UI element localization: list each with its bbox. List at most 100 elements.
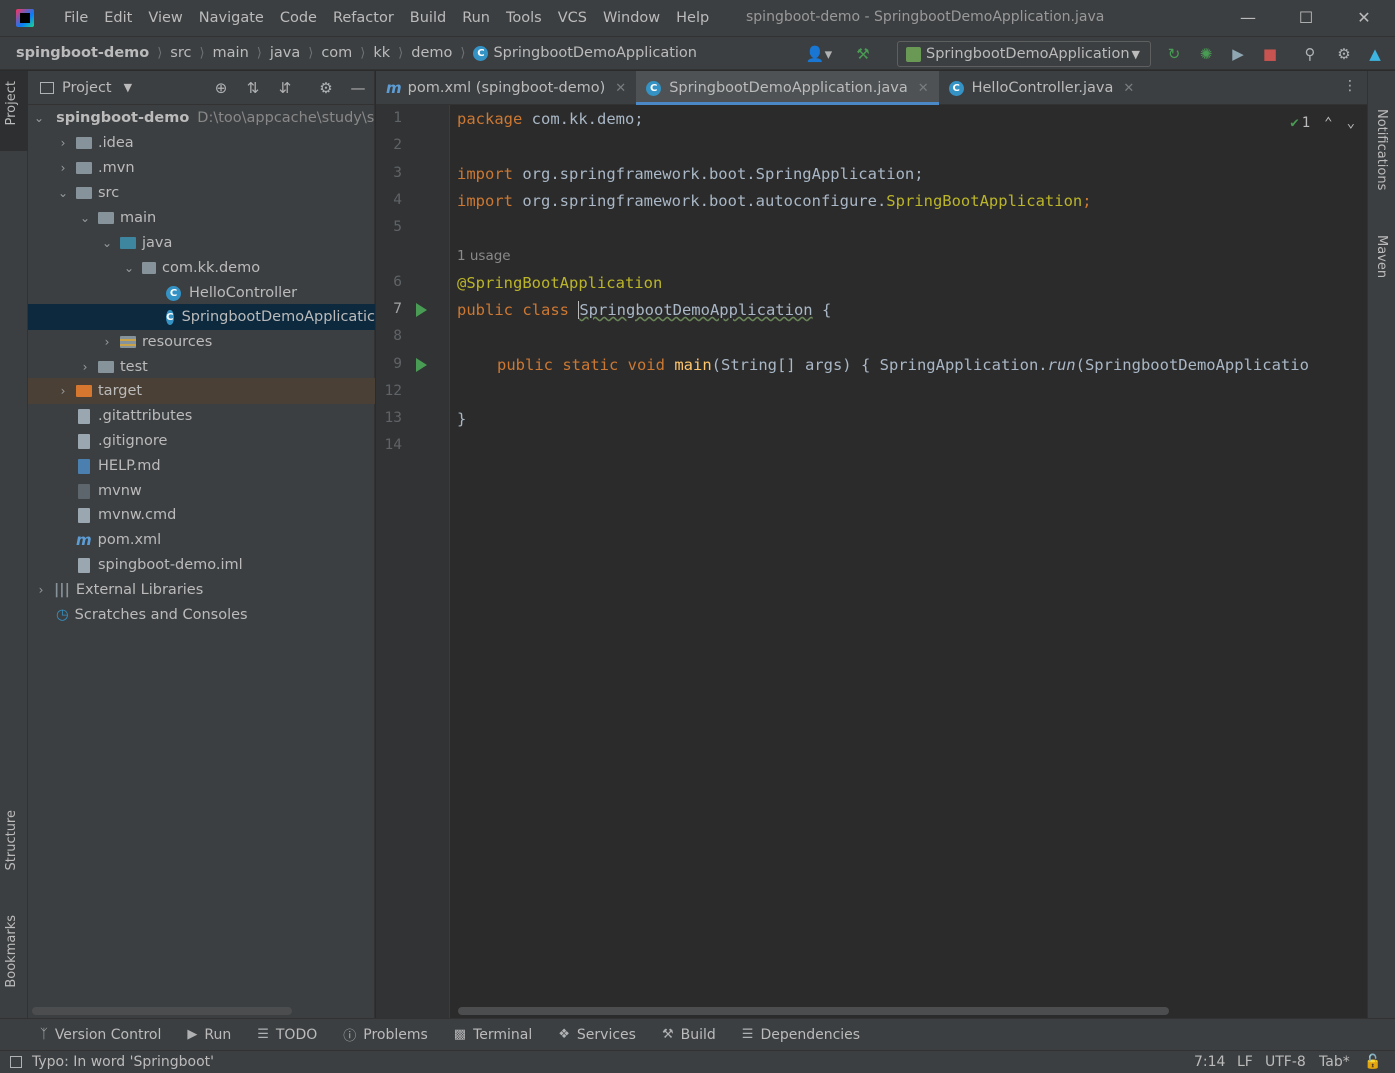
libraries-icon: ||| xyxy=(54,582,70,598)
tree-item-iml[interactable]: spingboot-demo.iml xyxy=(28,553,375,577)
line-separator[interactable]: LF xyxy=(1237,1054,1253,1070)
settings-gear-icon[interactable]: ⚙ xyxy=(1335,45,1353,63)
breadcrumb-src[interactable]: src xyxy=(170,45,195,61)
hide-panel-icon[interactable]: — xyxy=(349,79,367,97)
menu-build[interactable]: Build xyxy=(402,10,454,26)
menu-run[interactable]: Run xyxy=(454,10,498,26)
tree-item-gitignore[interactable]: .gitignore xyxy=(28,429,375,453)
close-window-icon[interactable]: ✕ xyxy=(1354,8,1374,28)
tab-hellocontroller[interactable]: C HelloController.java ✕ xyxy=(939,71,1145,105)
tree-item-package[interactable]: ⌄ com.kk.demo xyxy=(28,256,375,280)
file-encoding[interactable]: UTF-8 xyxy=(1265,1054,1306,1070)
tree-item-java[interactable]: ⌄ java xyxy=(28,231,375,255)
rerun-icon[interactable]: ↻ xyxy=(1165,45,1183,63)
menu-navigate[interactable]: Navigate xyxy=(191,10,272,26)
settings-gear-icon[interactable]: ⚙ xyxy=(317,79,335,97)
tab-pom-xml[interactable]: m pom.xml (spingboot-demo) ✕ xyxy=(376,71,636,105)
status-message[interactable]: Typo: In word 'Springboot' xyxy=(32,1054,214,1070)
tool-dependencies[interactable]: ☰ Dependencies xyxy=(742,1027,860,1043)
run-class-icon[interactable] xyxy=(416,303,427,317)
project-tool-tab[interactable]: Project xyxy=(0,71,28,151)
search-icon[interactable]: ⚲ xyxy=(1301,45,1319,63)
tree-item-scratches[interactable]: ◷ Scratches and Consoles xyxy=(28,603,375,627)
menu-file[interactable]: File xyxy=(56,10,96,26)
tool-build[interactable]: ⚒ Build xyxy=(662,1027,716,1043)
structure-tool-tab[interactable]: Structure xyxy=(0,806,28,891)
menu-help[interactable]: Help xyxy=(668,10,717,26)
project-view-title[interactable]: Project xyxy=(62,80,112,96)
maven-tool-tab[interactable]: Maven xyxy=(1368,211,1395,281)
status-panel-icon[interactable] xyxy=(10,1056,22,1068)
menu-edit[interactable]: Edit xyxy=(96,10,140,26)
breadcrumb-class[interactable]: SpringbootDemoApplication xyxy=(493,45,701,61)
coverage-icon[interactable]: ▶ xyxy=(1229,45,1247,63)
tree-item-main[interactable]: ⌄ main xyxy=(28,206,375,230)
run-configuration-select[interactable]: SpringbootDemoApplication ▼ xyxy=(897,41,1151,67)
file-icon xyxy=(78,557,90,573)
inspection-widget[interactable]: ✔ 1 ⌃ ⌄ xyxy=(1290,115,1355,131)
menu-tools[interactable]: Tools xyxy=(498,10,550,26)
caret-position[interactable]: 7:14 xyxy=(1194,1054,1225,1070)
breadcrumb-main[interactable]: main xyxy=(213,45,253,61)
menu-view[interactable]: View xyxy=(140,10,190,26)
stop-icon[interactable]: ■ xyxy=(1261,45,1279,63)
tree-item-test[interactable]: › test xyxy=(28,355,375,379)
tree-item-mvn[interactable]: › .mvn xyxy=(28,156,375,180)
chevron-down-icon: ⌄ xyxy=(101,236,113,250)
menu-vcs[interactable]: VCS xyxy=(550,10,595,26)
menu-window[interactable]: Window xyxy=(595,10,668,26)
close-icon[interactable]: ✕ xyxy=(1123,81,1134,96)
breadcrumb-com[interactable]: com xyxy=(321,45,356,61)
tree-item-hellocontroller[interactable]: C HelloController xyxy=(28,281,375,305)
expand-all-icon[interactable]: ⇅ xyxy=(244,79,262,97)
build-hammer-icon[interactable]: ⚒ xyxy=(854,45,872,63)
tree-item-target[interactable]: › target xyxy=(28,378,375,404)
code-editor[interactable]: package com.kk.demo; import org.springfr… xyxy=(451,105,1367,1018)
minimize-icon[interactable]: — xyxy=(1238,8,1258,28)
editor-scrollbar[interactable] xyxy=(458,1007,1169,1015)
breadcrumb-demo[interactable]: demo xyxy=(411,45,456,61)
bookmarks-tool-tab[interactable]: Bookmarks xyxy=(0,911,28,1011)
breadcrumb-kk[interactable]: kk xyxy=(373,45,394,61)
tree-item-idea[interactable]: › .idea xyxy=(28,131,375,155)
tree-item-src[interactable]: ⌄ src xyxy=(28,181,375,205)
run-main-icon[interactable] xyxy=(416,358,427,372)
close-icon[interactable]: ✕ xyxy=(918,81,929,96)
indent-setting[interactable]: Tab* xyxy=(1319,1054,1350,1070)
breadcrumb-project[interactable]: spingboot-demo xyxy=(16,45,153,61)
tree-item-external-libraries[interactable]: › ||| External Libraries xyxy=(28,578,375,602)
notifications-tool-tab[interactable]: Notifications xyxy=(1368,83,1395,193)
breadcrumb-java[interactable]: java xyxy=(270,45,304,61)
tool-services[interactable]: ❖ Services xyxy=(558,1027,636,1043)
locate-target-icon[interactable]: ⊕ xyxy=(212,79,230,97)
tab-springbootdemoapplication[interactable]: C SpringbootDemoApplication.java ✕ xyxy=(636,71,940,105)
tool-problems[interactable]: ⓘ Problems xyxy=(343,1025,428,1045)
maximize-icon[interactable]: ☐ xyxy=(1296,8,1316,28)
user-icon[interactable]: 👤▾ xyxy=(804,45,834,63)
tree-item-mvnw[interactable]: mvnw xyxy=(28,479,375,503)
menu-code[interactable]: Code xyxy=(272,10,325,26)
close-icon[interactable]: ✕ xyxy=(615,81,626,96)
tree-item-project-root[interactable]: ⌄ spingboot-demo D:\too\appcache\study\s… xyxy=(28,106,375,130)
more-options-icon[interactable]: ⋮ xyxy=(1343,78,1357,94)
tool-run[interactable]: ▶ Run xyxy=(187,1027,231,1043)
chevron-up-icon[interactable]: ⌃ xyxy=(1324,115,1332,131)
menu-refactor[interactable]: Refactor xyxy=(325,10,402,26)
tool-terminal[interactable]: ▩ Terminal xyxy=(454,1027,532,1043)
tree-item-help-md[interactable]: HELP.md xyxy=(28,454,375,478)
toolbox-icon[interactable]: ▲ xyxy=(1366,45,1384,63)
tool-todo[interactable]: ☰ TODO xyxy=(257,1027,317,1043)
tree-item-gitattributes[interactable]: .gitattributes xyxy=(28,404,375,428)
tree-item-resources[interactable]: › resources xyxy=(28,330,375,354)
tool-version-control[interactable]: ᛉ Version Control xyxy=(40,1027,161,1043)
usage-hint[interactable]: 1 usage xyxy=(457,248,511,264)
project-panel-scrollbar[interactable] xyxy=(32,1007,292,1015)
tree-item-springbootdemoapplication[interactable]: C SpringbootDemoApplicatic xyxy=(28,304,375,330)
tree-item-mvnw-cmd[interactable]: mvnw.cmd xyxy=(28,503,375,527)
tree-item-pom-xml[interactable]: m pom.xml xyxy=(28,528,375,552)
collapse-all-icon[interactable]: ⇵ xyxy=(276,79,294,97)
lock-icon[interactable]: 🔓 xyxy=(1364,1054,1381,1070)
debug-icon[interactable]: ✺ xyxy=(1197,45,1215,63)
chevron-down-icon[interactable]: ▼ xyxy=(124,81,132,94)
chevron-down-icon[interactable]: ⌄ xyxy=(1347,115,1355,131)
